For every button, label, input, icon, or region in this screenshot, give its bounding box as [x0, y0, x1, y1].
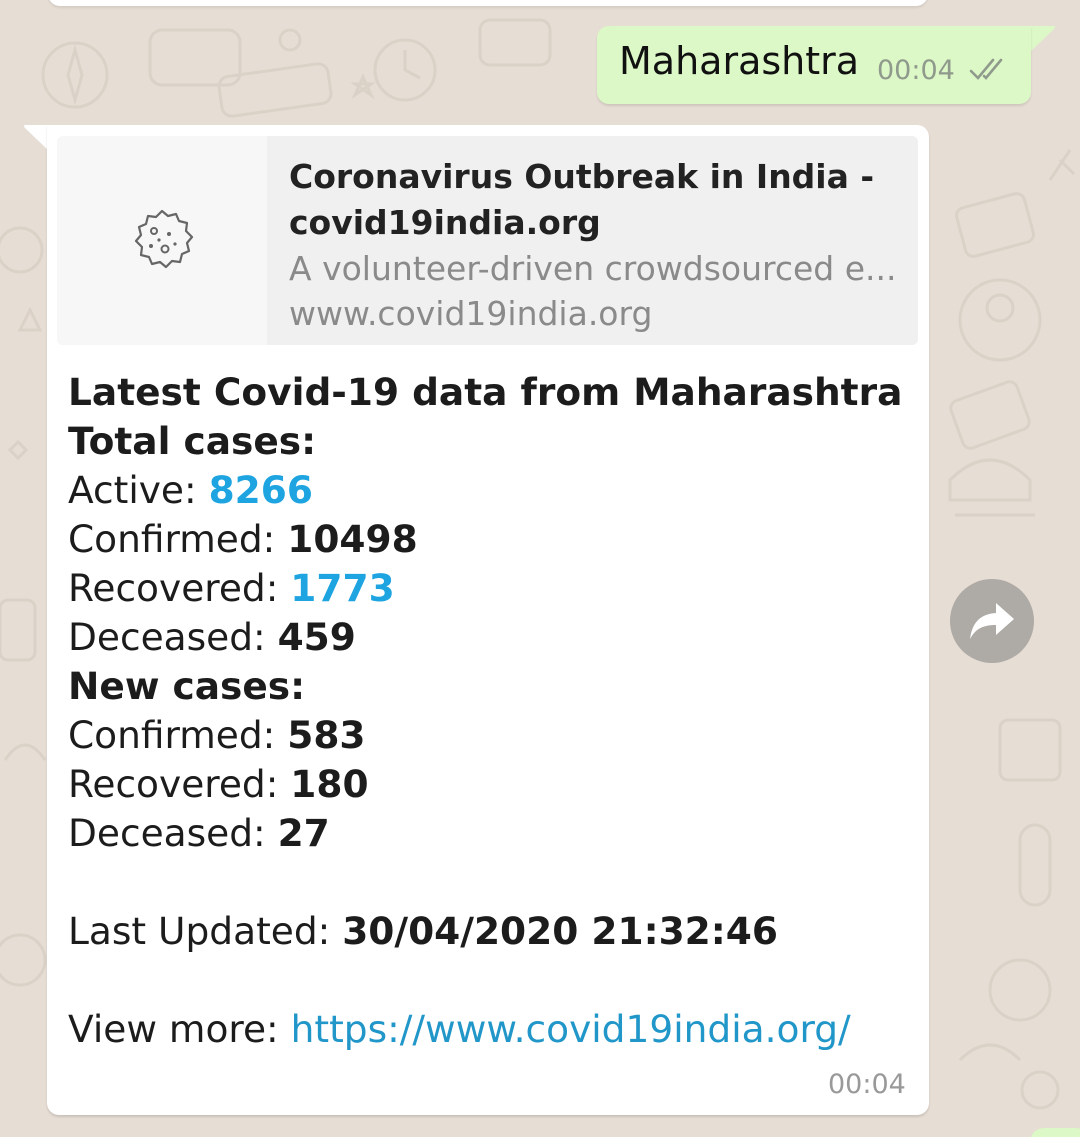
link-preview-description: A volunteer-driven crowdsourced e...: [289, 249, 897, 288]
incoming-message-time: 00:04: [828, 1069, 906, 1100]
incoming-message-bubble[interactable]: Coronavirus Outbreak in India - covid19i…: [47, 125, 929, 1115]
total-deceased-row: Deceased: 459: [68, 613, 918, 662]
view-more-row: View more: https://www.covid19india.org/: [68, 1005, 918, 1054]
view-more-label: View more:: [68, 1007, 291, 1051]
forward-button[interactable]: [950, 579, 1034, 663]
new-recovered-value: 180: [290, 762, 369, 806]
link-preview-url: www.covid19india.org: [289, 294, 653, 333]
outgoing-message-bubble[interactable]: Maharashtra 00:04: [597, 26, 1031, 104]
link-preview-title: Coronavirus Outbreak in India - covid19i…: [289, 157, 875, 242]
confirmed-value: 10498: [287, 517, 418, 561]
last-updated-row: Last Updated: 30/04/2020 21:32:46: [68, 907, 918, 956]
deceased-value: 459: [277, 615, 356, 659]
outgoing-message-time: 00:04: [877, 55, 955, 86]
total-recovered-row: Recovered: 1773: [68, 564, 918, 613]
last-updated-value: 30/04/2020 21:32:46: [342, 909, 778, 953]
new-recovered-label: Recovered:: [68, 762, 291, 806]
outgoing-message-text: Maharashtra: [619, 39, 860, 83]
recovered-label: Recovered:: [68, 566, 291, 610]
new-deceased-row: Deceased: 27: [68, 809, 918, 858]
new-cases-label: New cases:: [68, 664, 306, 708]
active-value[interactable]: 8266: [209, 468, 313, 512]
recovered-value[interactable]: 1773: [290, 566, 394, 610]
confirmed-label: Confirmed:: [68, 517, 288, 561]
link-preview-card[interactable]: Coronavirus Outbreak in India - covid19i…: [57, 136, 918, 345]
view-more-link[interactable]: https://www.covid19india.org/: [291, 1007, 851, 1051]
total-cases-label: Total cases:: [68, 419, 317, 463]
previous-message-bubble: [48, 0, 928, 6]
total-active-row: Active: 8266: [68, 466, 918, 515]
deceased-label: Deceased:: [68, 615, 278, 659]
virus-icon: [134, 209, 194, 268]
new-deceased-value: 27: [277, 811, 330, 855]
outgoing-bubble-tail: [1030, 26, 1055, 52]
incoming-bubble-tail: [24, 125, 49, 151]
message-body: Latest Covid-19 data from Maharashtra To…: [68, 368, 918, 1054]
double-check-icon: [969, 58, 1003, 80]
message-heading: Latest Covid-19 data from Maharashtra: [68, 370, 903, 414]
last-updated-label: Last Updated:: [68, 909, 343, 953]
new-recovered-row: Recovered: 180: [68, 760, 918, 809]
new-confirmed-label: Confirmed:: [68, 713, 288, 757]
next-outgoing-bubble: [1030, 1128, 1080, 1137]
new-deceased-label: Deceased:: [68, 811, 278, 855]
active-label: Active:: [68, 468, 209, 512]
total-confirmed-row: Confirmed: 10498: [68, 515, 918, 564]
new-confirmed-row: Confirmed: 583: [68, 711, 918, 760]
link-preview-thumbnail: [57, 136, 267, 345]
new-confirmed-value: 583: [287, 713, 366, 757]
forward-icon: [970, 603, 1014, 639]
